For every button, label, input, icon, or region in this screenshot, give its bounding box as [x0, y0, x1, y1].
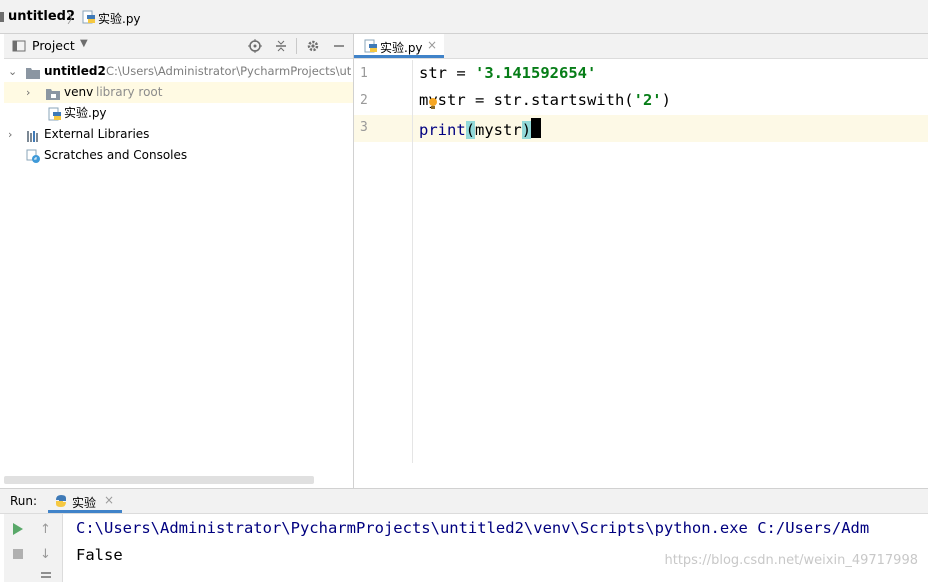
tree-item-label: venv [64, 85, 94, 99]
code-line-2: mystr = str.startswith('2') [419, 91, 671, 109]
tree-item-project-root[interactable]: ⌄ untitled2 C:\Users\Administrator\Pycha… [4, 61, 353, 82]
arrow-down-icon[interactable]: ↓ [40, 547, 51, 562]
toolbar-divider [296, 38, 297, 54]
string-literal: '2' [633, 91, 662, 109]
close-icon[interactable]: × [427, 38, 437, 52]
run-tab-label[interactable]: 实验 [72, 494, 96, 511]
brace-match: ( [465, 121, 476, 139]
tree-item-label: External Libraries [44, 127, 150, 141]
console-line: False [76, 546, 123, 564]
stop-icon[interactable] [12, 548, 24, 563]
view-dropdown-icon[interactable]: ▼ [80, 38, 88, 49]
watermark: https://blog.csdn.net/weixin_49717998 [664, 553, 918, 568]
python-file-icon [48, 107, 62, 124]
breadcrumb-project[interactable]: untitled2 [8, 9, 75, 24]
editor-tab-active[interactable]: 实验.py × [354, 34, 444, 58]
line-number: 2 [360, 93, 368, 108]
code-line-1: str = '3.141592654' [419, 64, 596, 82]
tree-item-external-libraries[interactable]: › External Libraries [4, 124, 353, 145]
chevron-down-icon[interactable]: ⌄ [8, 61, 17, 82]
active-tab-indicator [48, 510, 122, 513]
close-icon[interactable]: × [104, 493, 114, 507]
editor-bottom-area [354, 463, 928, 488]
breadcrumb-separator: 〉 [67, 12, 81, 27]
menu-icon[interactable] [40, 570, 52, 585]
run-toolbar: ↑ ↓ [4, 514, 63, 582]
chevron-right-icon[interactable]: › [8, 124, 12, 145]
brace-match: ) [521, 121, 532, 139]
project-panel-header: Project ▼ [4, 34, 353, 59]
locate-file-icon[interactable] [248, 39, 262, 53]
line-number: 1 [360, 66, 368, 81]
left-stripe [0, 12, 4, 22]
run-console-output[interactable]: C:\Users\Administrator\PycharmProjects\u… [63, 514, 928, 582]
intention-bulb-icon[interactable] [427, 97, 439, 114]
code-text: mystr = str.startswith( [419, 91, 634, 109]
gear-icon[interactable] [306, 39, 320, 53]
hide-panel-icon[interactable] [332, 39, 346, 53]
tree-item-path: C:\Users\Administrator\PycharmProjects\u… [106, 64, 352, 78]
tree-item-label: 实验.py [64, 106, 107, 120]
code-text: str = [419, 64, 475, 82]
text-caret [531, 118, 542, 138]
collapse-all-icon[interactable] [274, 39, 288, 53]
folder-icon [46, 86, 60, 103]
library-icon [26, 128, 40, 145]
tree-item-label: Scratches and Consoles [44, 148, 188, 162]
scratches-icon [26, 149, 40, 166]
folder-icon [26, 65, 40, 82]
code-editor[interactable]: str = '3.141592654' mystr = str.startswi… [413, 60, 928, 463]
tree-item-venv[interactable]: › venv library root [4, 82, 353, 103]
navigation-bar: untitled2 〉 实验.py [0, 0, 928, 34]
python-icon [54, 494, 68, 511]
horizontal-scrollbar[interactable] [4, 476, 314, 484]
run-label: Run: [10, 494, 38, 508]
line-number: 3 [360, 120, 368, 135]
project-view-title[interactable]: Project [32, 38, 75, 53]
tree-item-label: untitled2 [44, 64, 106, 78]
tab-label: 实验.py [380, 41, 423, 55]
python-file-icon [82, 10, 96, 27]
console-line: C:\Users\Administrator\PycharmProjects\u… [76, 519, 870, 537]
builtin-function: print [419, 121, 466, 139]
line-number-gutter: 1 2 3 [354, 60, 413, 463]
chevron-right-icon[interactable]: › [26, 82, 30, 103]
code-line-3: print(mystr) [419, 118, 542, 139]
code-text: mystr [475, 121, 522, 139]
tree-item-annotation: library root [96, 85, 163, 99]
code-text: ) [661, 91, 671, 109]
editor-tab-bar: 实验.py × [354, 34, 928, 59]
tree-item-file[interactable]: 实验.py [4, 103, 353, 124]
project-view-icon [12, 39, 26, 53]
string-literal: '3.141592654' [475, 64, 597, 82]
python-file-icon [364, 39, 378, 56]
run-panel-header: Run: 实验 × [0, 489, 928, 514]
tree-item-scratches[interactable]: Scratches and Consoles [4, 145, 353, 166]
project-tool-window: Project ▼ ⌄ untitled2 C:\Users\Administr… [4, 34, 354, 488]
breadcrumb-file[interactable]: 实验.py [98, 10, 141, 27]
arrow-up-icon[interactable]: ↑ [40, 522, 51, 537]
rerun-icon[interactable] [12, 522, 24, 539]
